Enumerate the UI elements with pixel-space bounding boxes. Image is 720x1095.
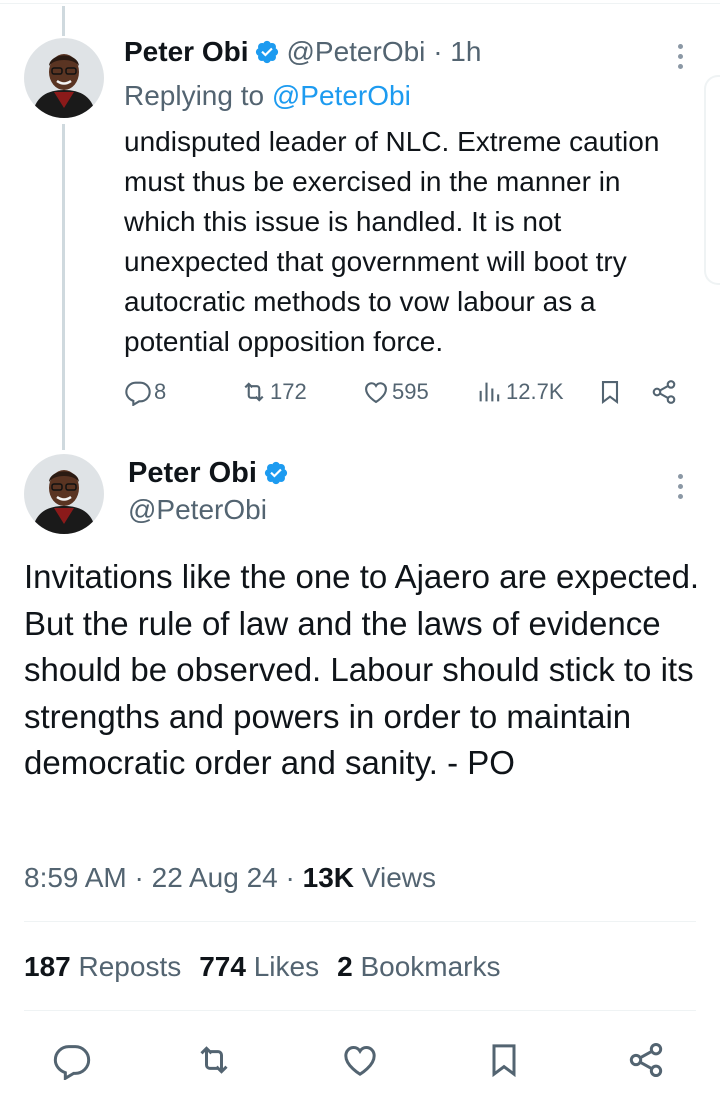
- thread-connector-top: [62, 6, 65, 36]
- verified-badge-icon: [264, 461, 288, 485]
- replying-prefix: Replying to: [124, 80, 265, 111]
- bookmark-icon: [492, 1044, 516, 1078]
- views-label: Views: [361, 862, 436, 893]
- share-icon: [629, 1043, 663, 1077]
- dot-separator: ·: [433, 36, 443, 67]
- reposts-count: 187: [24, 951, 71, 982]
- likes-stat[interactable]: 774 Likes: [199, 951, 319, 982]
- reply-button[interactable]: 8: [124, 378, 166, 406]
- side-panel-edge: [704, 75, 720, 285]
- views-icon: [479, 382, 500, 402]
- views-count: 12.7K: [506, 379, 564, 404]
- author-name[interactable]: Peter Obi: [124, 36, 248, 67]
- likes-count: 774: [199, 951, 246, 982]
- dot-separator: ·: [134, 862, 144, 893]
- top-divider: [0, 3, 720, 4]
- bookmark-button[interactable]: [484, 1040, 524, 1080]
- like-button[interactable]: [340, 1040, 380, 1080]
- more-options-icon[interactable]: [676, 474, 684, 504]
- views-count: 13K: [302, 862, 355, 893]
- divider: [24, 921, 696, 922]
- repost-count: 172: [270, 379, 307, 404]
- tweet-meta: 8:59 AM · 22 Aug 24 · 13K Views: [24, 862, 436, 894]
- views-button[interactable]: 12.7K: [476, 378, 564, 406]
- bookmarks-stat[interactable]: 2 Bookmarks: [337, 951, 500, 982]
- repost-icon: [200, 1046, 228, 1074]
- bookmark-icon: [601, 381, 619, 405]
- replying-to: Replying to @PeterObi: [124, 80, 411, 112]
- share-button[interactable]: [650, 378, 680, 406]
- engagement-stats: 187 Reposts 774 Likes 2 Bookmarks: [24, 951, 501, 983]
- share-button[interactable]: [626, 1040, 666, 1080]
- reply-icon: [125, 381, 151, 406]
- main-author-name-row: Peter Obi: [128, 457, 295, 490]
- reposts-stat[interactable]: 187 Reposts: [24, 951, 181, 982]
- main-tweet-text: Invitations like the one to Ajaero are e…: [24, 558, 700, 781]
- reply-header: Peter Obi @PeterObi · 1h: [124, 36, 481, 68]
- like-icon: [344, 1045, 376, 1076]
- like-count: 595: [392, 379, 429, 404]
- author-handle[interactable]: @PeterObi: [128, 494, 267, 526]
- more-options-icon[interactable]: [676, 44, 684, 74]
- share-icon: [652, 380, 676, 404]
- tweet-date[interactable]: 22 Aug 24: [152, 862, 278, 893]
- tweet-time[interactable]: 8:59 AM: [24, 862, 127, 893]
- reply-action-bar: 8 172 595 12.7K: [124, 378, 684, 418]
- reply-button[interactable]: [52, 1040, 92, 1081]
- tweet-time[interactable]: 1h: [450, 36, 481, 67]
- author-name[interactable]: Peter Obi: [128, 457, 257, 489]
- reposts-label: Reposts: [78, 951, 182, 982]
- bookmarks-label: Bookmarks: [360, 951, 501, 982]
- likes-label: Likes: [253, 951, 320, 982]
- repost-button[interactable]: [194, 1040, 234, 1080]
- avatar[interactable]: [24, 38, 104, 118]
- replying-mention[interactable]: @PeterObi: [272, 80, 411, 111]
- author-handle[interactable]: @PeterObi: [286, 36, 425, 67]
- reply-tweet-text: undisputed leader of NLC. Extreme cautio…: [124, 126, 660, 357]
- thread-connector: [62, 124, 65, 450]
- dot-separator: ·: [285, 862, 295, 893]
- like-icon: [365, 382, 387, 404]
- divider: [24, 1010, 696, 1011]
- repost-icon: [244, 382, 264, 402]
- reply-icon: [53, 1045, 91, 1081]
- like-button[interactable]: 595: [362, 378, 429, 406]
- reply-count: 8: [154, 379, 167, 404]
- bookmark-button[interactable]: [596, 378, 626, 406]
- repost-button[interactable]: 172: [240, 378, 307, 406]
- verified-badge-icon: [256, 40, 279, 64]
- bookmarks-count: 2: [337, 951, 353, 982]
- avatar[interactable]: [24, 454, 104, 534]
- main-action-bar: [0, 1040, 720, 1084]
